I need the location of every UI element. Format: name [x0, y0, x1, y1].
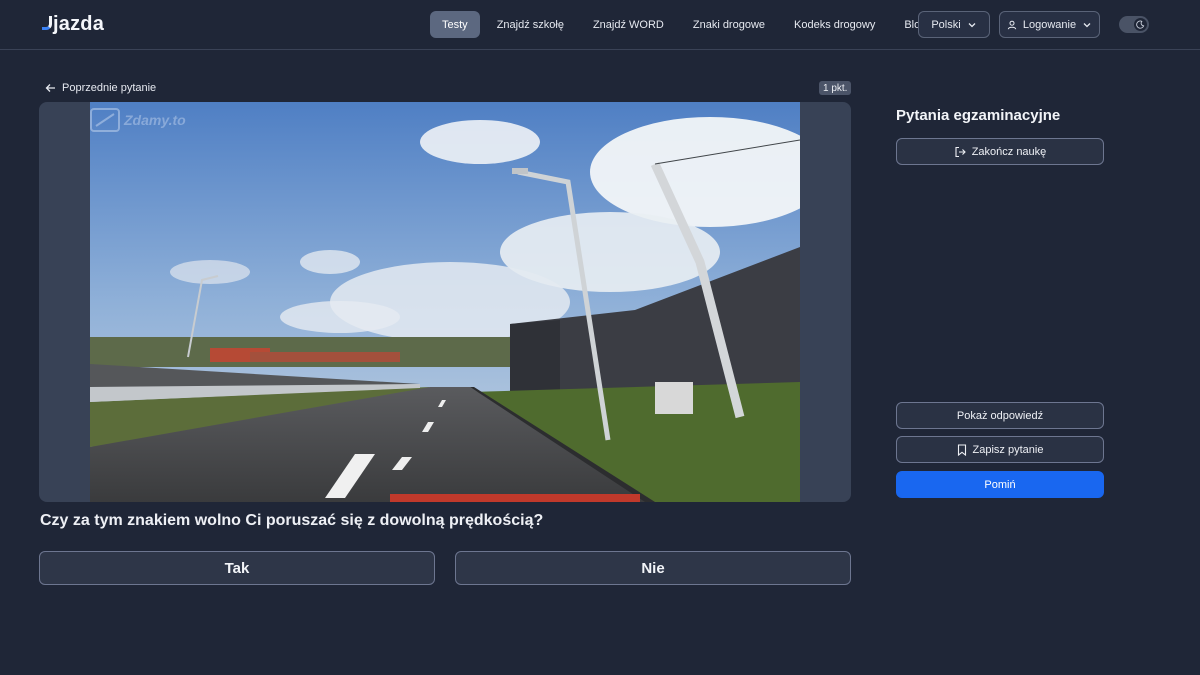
user-icon: [1007, 20, 1017, 30]
language-label: Polski: [931, 18, 961, 31]
question-media: Zdamy.to: [39, 102, 851, 502]
answer-yes-button[interactable]: Tak: [39, 551, 435, 585]
watermark-text: Zdamy.to: [124, 112, 186, 128]
sidebar-title: Pytania egzaminacyjne: [896, 107, 1061, 124]
arrow-left-icon: [45, 83, 56, 93]
nav-item-road-signs[interactable]: Znaki drogowe: [681, 11, 777, 38]
theme-toggle[interactable]: [1119, 16, 1149, 33]
answer-no-button[interactable]: Nie: [455, 551, 851, 585]
previous-question-label: Poprzednie pytanie: [62, 82, 157, 94]
skip-button[interactable]: Pomiń: [896, 471, 1104, 498]
brand-name: jazda: [53, 12, 105, 35]
finish-learning-label: Zakończ naukę: [971, 145, 1047, 158]
chevron-down-icon: [1082, 20, 1092, 30]
bookmark-icon: [957, 443, 967, 456]
exit-icon: [954, 146, 966, 158]
logo-mark-icon: [42, 16, 52, 30]
watermark-logo: Zdamy.to: [90, 108, 186, 132]
save-question-button[interactable]: Zapisz pytanie: [896, 436, 1104, 463]
main-nav: Testy Znajdź szkołę Znajdź WORD Znaki dr…: [430, 11, 943, 38]
watermark-mark-icon: [90, 108, 120, 132]
chevron-down-icon: [967, 20, 977, 30]
login-label: Logowanie: [1022, 18, 1077, 31]
nav-item-find-school[interactable]: Znajdź szkołę: [485, 11, 576, 38]
road-scene-image: Zdamy.to: [90, 102, 800, 502]
question-text: Czy za tym znakiem wolno Ci poruszać się…: [40, 512, 544, 529]
nav-item-find-word[interactable]: Znajdź WORD: [581, 11, 676, 38]
moon-icon: [1134, 18, 1147, 31]
previous-question-link[interactable]: Poprzednie pytanie: [45, 80, 156, 96]
top-navbar: jazda Testy Znajdź szkołę Znajdź WORD Zn…: [0, 0, 1200, 50]
show-answer-button[interactable]: Pokaż odpowiedź: [896, 402, 1104, 429]
language-select[interactable]: Polski: [918, 11, 990, 38]
brand-logo[interactable]: jazda: [42, 10, 104, 38]
finish-learning-button[interactable]: Zakończ naukę: [896, 138, 1104, 165]
nav-item-testy[interactable]: Testy: [430, 11, 480, 38]
save-question-label: Zapisz pytanie: [972, 443, 1044, 456]
login-button[interactable]: Logowanie: [999, 11, 1100, 38]
nav-item-road-code[interactable]: Kodeks drogowy: [782, 11, 887, 38]
points-badge: 1 pkt.: [819, 81, 852, 95]
